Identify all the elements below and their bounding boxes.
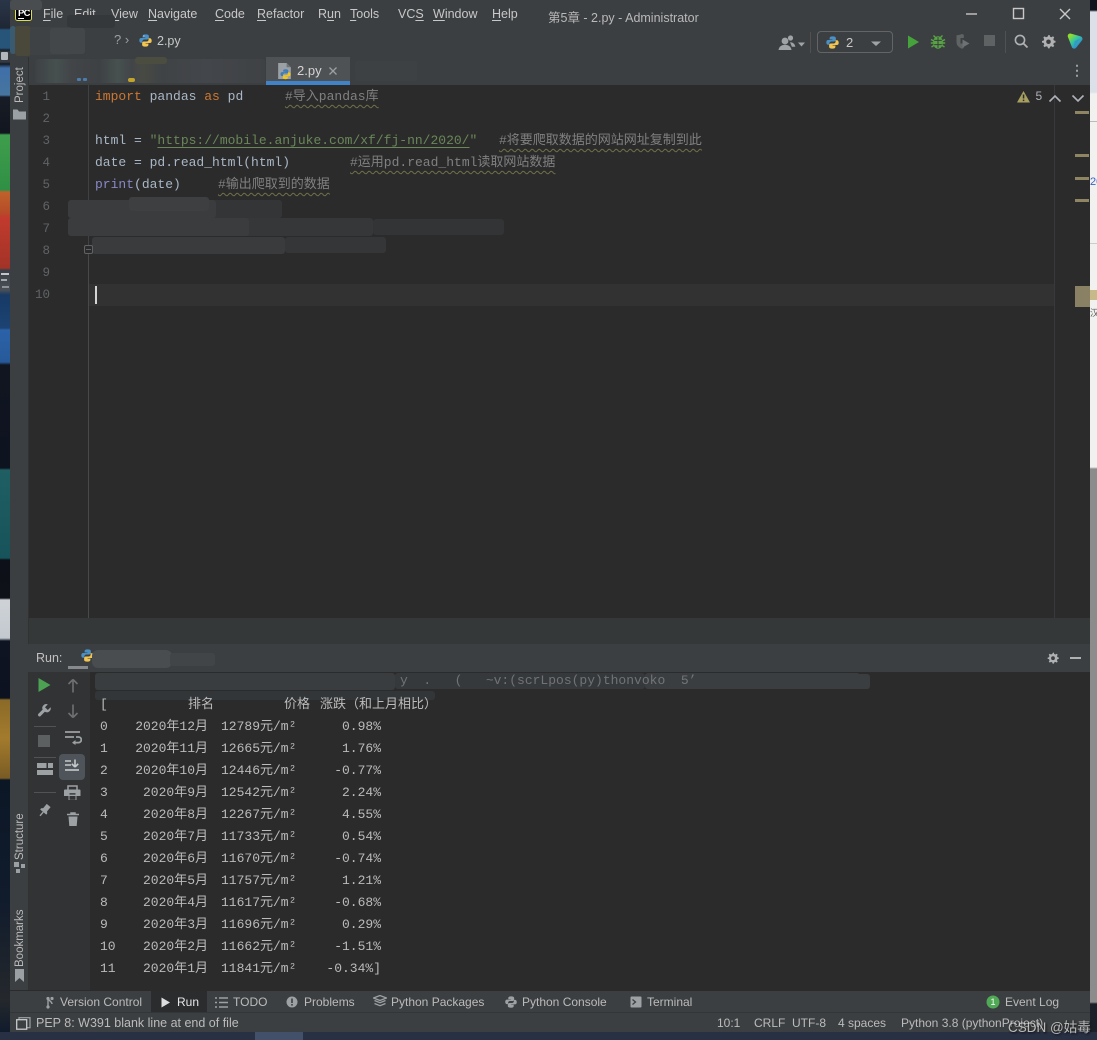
svg-text:1: 1 [990,997,995,1007]
